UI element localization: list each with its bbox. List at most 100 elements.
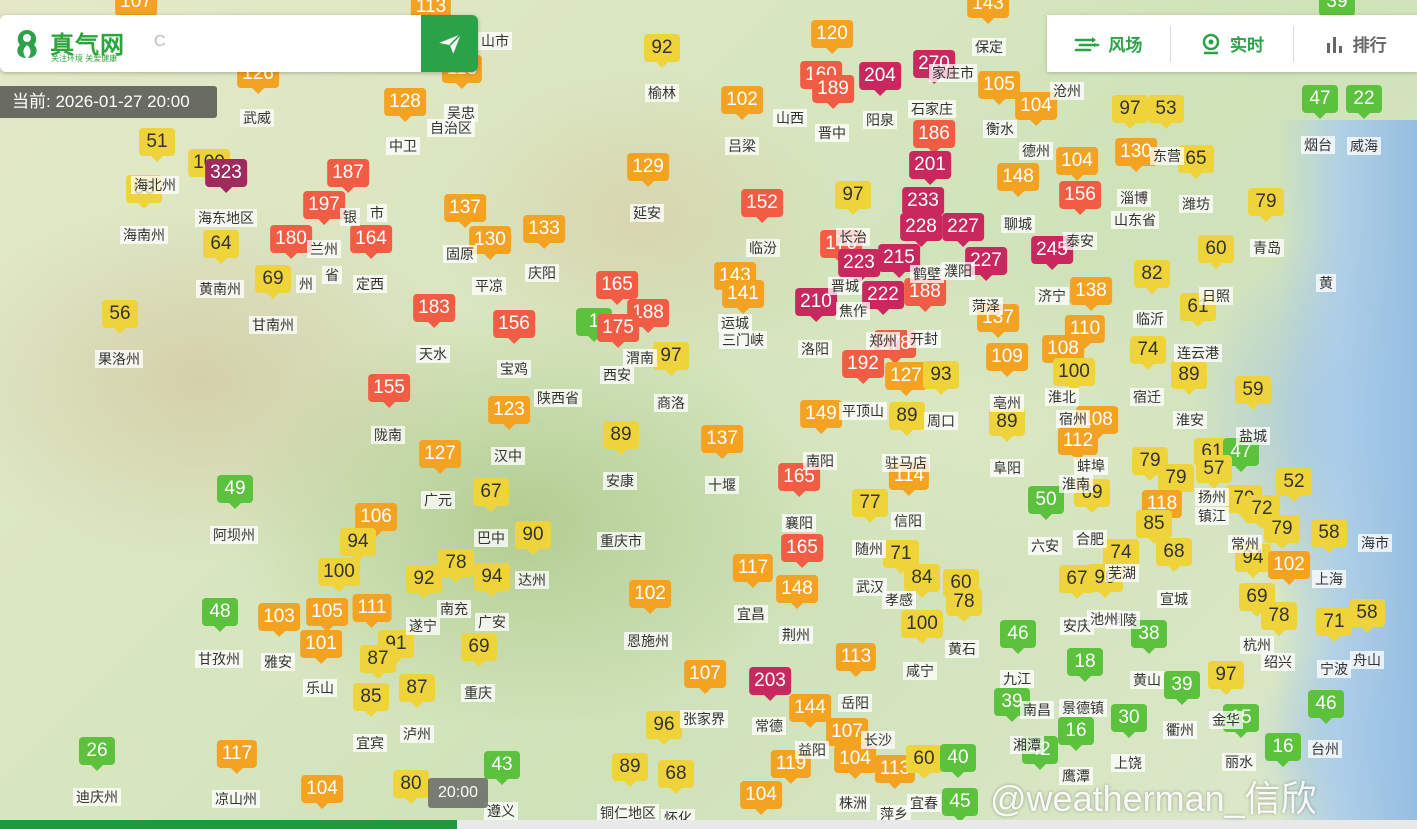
aqi-marker[interactable]: 228 bbox=[900, 213, 942, 247]
aqi-marker[interactable]: 187 bbox=[327, 159, 369, 193]
aqi-marker[interactable]: 82 bbox=[1134, 260, 1170, 294]
aqi-marker[interactable]: 18 bbox=[1067, 648, 1103, 682]
aqi-marker[interactable]: 59 bbox=[1235, 376, 1271, 410]
aqi-marker[interactable]: 94 bbox=[340, 528, 376, 562]
aqi-marker[interactable]: 30 bbox=[1111, 704, 1147, 738]
aqi-marker[interactable]: 102 bbox=[629, 580, 671, 614]
aqi-marker[interactable]: 77 bbox=[852, 489, 888, 523]
aqi-marker[interactable]: 69 bbox=[255, 265, 291, 299]
aqi-marker[interactable]: 133 bbox=[523, 215, 565, 249]
aqi-marker[interactable]: 56 bbox=[102, 300, 138, 334]
aqi-marker[interactable]: 53 bbox=[1148, 95, 1184, 129]
aqi-marker[interactable]: 128 bbox=[384, 88, 426, 122]
aqi-marker[interactable]: 111 bbox=[352, 594, 392, 628]
realtime-button[interactable]: 实时 bbox=[1169, 25, 1294, 62]
aqi-marker[interactable]: 97 bbox=[1112, 95, 1148, 129]
aqi-marker[interactable]: 67 bbox=[473, 478, 509, 512]
aqi-marker[interactable]: 92 bbox=[644, 34, 680, 68]
aqi-marker[interactable]: 165 bbox=[781, 534, 823, 568]
aqi-marker[interactable]: 71 bbox=[1316, 608, 1352, 642]
aqi-marker[interactable]: 107 bbox=[115, 0, 157, 22]
aqi-marker[interactable]: 22 bbox=[1346, 85, 1382, 119]
aqi-marker[interactable]: 79 bbox=[1248, 188, 1284, 222]
aqi-marker[interactable]: 223 bbox=[838, 249, 880, 283]
aqi-marker[interactable]: 227 bbox=[942, 213, 984, 247]
aqi-marker[interactable]: 16 bbox=[1265, 733, 1301, 767]
aqi-marker[interactable]: 201 bbox=[909, 151, 951, 185]
aqi-marker[interactable]: 143 bbox=[967, 0, 1009, 24]
aqi-marker[interactable]: 84 bbox=[904, 564, 940, 598]
aqi-marker[interactable]: 165 bbox=[596, 271, 638, 305]
timeline-time-label[interactable]: 20:00 bbox=[428, 778, 488, 808]
aqi-marker[interactable]: 117 bbox=[216, 740, 258, 774]
aqi-marker[interactable]: 148 bbox=[776, 575, 818, 609]
aqi-marker[interactable]: 104 bbox=[301, 775, 343, 809]
aqi-marker[interactable]: 78 bbox=[438, 549, 474, 583]
aqi-marker[interactable]: 175 bbox=[597, 314, 639, 348]
aqi-marker[interactable]: 85 bbox=[353, 683, 389, 717]
aqi-marker[interactable]: 104 bbox=[740, 781, 782, 815]
aqi-marker[interactable]: 39 bbox=[1319, 0, 1355, 22]
aqi-marker[interactable]: 323 bbox=[205, 159, 247, 193]
wind-field-button[interactable]: 风场 bbox=[1047, 26, 1170, 62]
aqi-marker[interactable]: 57 bbox=[1196, 455, 1232, 489]
aqi-marker[interactable]: 97 bbox=[835, 181, 871, 215]
aqi-marker[interactable]: 127 bbox=[419, 440, 461, 474]
aqi-marker[interactable]: 46 bbox=[1308, 690, 1344, 724]
aqi-marker[interactable]: 68 bbox=[1156, 538, 1192, 572]
aqi-marker[interactable]: 89 bbox=[612, 753, 648, 787]
aqi-marker[interactable]: 156 bbox=[1059, 181, 1101, 215]
aqi-marker[interactable]: 117 bbox=[732, 554, 774, 588]
aqi-marker[interactable]: 101 bbox=[300, 630, 342, 664]
aqi-marker[interactable]: 64 bbox=[203, 230, 239, 264]
search-button[interactable] bbox=[421, 15, 478, 72]
aqi-marker[interactable]: 103 bbox=[258, 603, 300, 637]
aqi-marker[interactable]: 85 bbox=[1136, 510, 1172, 544]
aqi-marker[interactable]: 58 bbox=[1349, 599, 1385, 633]
aqi-marker[interactable]: 164 bbox=[350, 225, 392, 259]
aqi-marker[interactable]: 138 bbox=[1070, 277, 1112, 311]
ranking-button[interactable]: 排行 bbox=[1293, 25, 1417, 62]
aqi-marker[interactable]: 104 bbox=[1056, 147, 1098, 181]
aqi-marker[interactable]: 60 bbox=[906, 745, 942, 779]
aqi-marker[interactable]: 120 bbox=[811, 20, 853, 54]
aqi-marker[interactable]: 16 bbox=[1058, 717, 1094, 751]
aqi-marker[interactable]: 107 bbox=[684, 660, 726, 694]
aqi-marker[interactable]: 192 bbox=[842, 350, 884, 384]
aqi-marker[interactable]: 60 bbox=[1198, 235, 1234, 269]
aqi-marker[interactable]: 106 bbox=[355, 503, 397, 537]
aqi-marker[interactable]: 127 bbox=[885, 362, 927, 396]
aqi-marker[interactable]: 89 bbox=[603, 421, 639, 455]
aqi-marker[interactable]: 74 bbox=[1130, 336, 1166, 370]
aqi-marker[interactable]: 105 bbox=[306, 598, 348, 632]
aqi-marker[interactable]: 104 bbox=[834, 745, 876, 779]
aqi-marker[interactable]: 144 bbox=[789, 694, 831, 728]
aqi-marker[interactable]: 189 bbox=[812, 75, 854, 109]
aqi-marker[interactable]: 112 bbox=[1057, 427, 1099, 461]
aqi-marker[interactable]: 100 bbox=[901, 610, 943, 644]
aqi-marker[interactable]: 203 bbox=[749, 667, 791, 701]
aqi-marker[interactable]: 123 bbox=[488, 396, 530, 430]
aqi-marker[interactable]: 204 bbox=[859, 62, 901, 96]
aqi-marker[interactable]: 197 bbox=[303, 191, 345, 225]
aqi-marker[interactable]: 149 bbox=[800, 400, 842, 434]
aqi-marker[interactable]: 180 bbox=[270, 225, 312, 259]
aqi-marker[interactable]: 87 bbox=[360, 645, 396, 679]
aqi-marker[interactable]: 80 bbox=[393, 770, 429, 804]
aqi-marker[interactable]: 87 bbox=[399, 674, 435, 708]
aqi-marker[interactable]: 45 bbox=[942, 788, 978, 822]
aqi-marker[interactable]: 233 bbox=[902, 187, 944, 221]
aqi-marker[interactable]: 79 bbox=[1264, 515, 1300, 549]
aqi-marker[interactable]: 105 bbox=[978, 71, 1020, 105]
aqi-marker[interactable]: 89 bbox=[989, 408, 1025, 442]
aqi-marker[interactable]: 97 bbox=[1208, 661, 1244, 695]
aqi-marker[interactable]: 141 bbox=[722, 280, 764, 314]
aqi-marker[interactable]: 48 bbox=[202, 598, 238, 632]
aqi-marker[interactable]: 113 bbox=[835, 643, 877, 677]
map-canvas[interactable]: 1071131433912611392120160204189270105128… bbox=[0, 0, 1417, 829]
aqi-marker[interactable]: 102 bbox=[1268, 551, 1310, 585]
aqi-marker[interactable]: 46 bbox=[1000, 620, 1036, 654]
aqi-marker[interactable]: 156 bbox=[493, 310, 535, 344]
aqi-marker[interactable]: 129 bbox=[627, 153, 669, 187]
aqi-marker[interactable]: 39 bbox=[1164, 671, 1200, 705]
